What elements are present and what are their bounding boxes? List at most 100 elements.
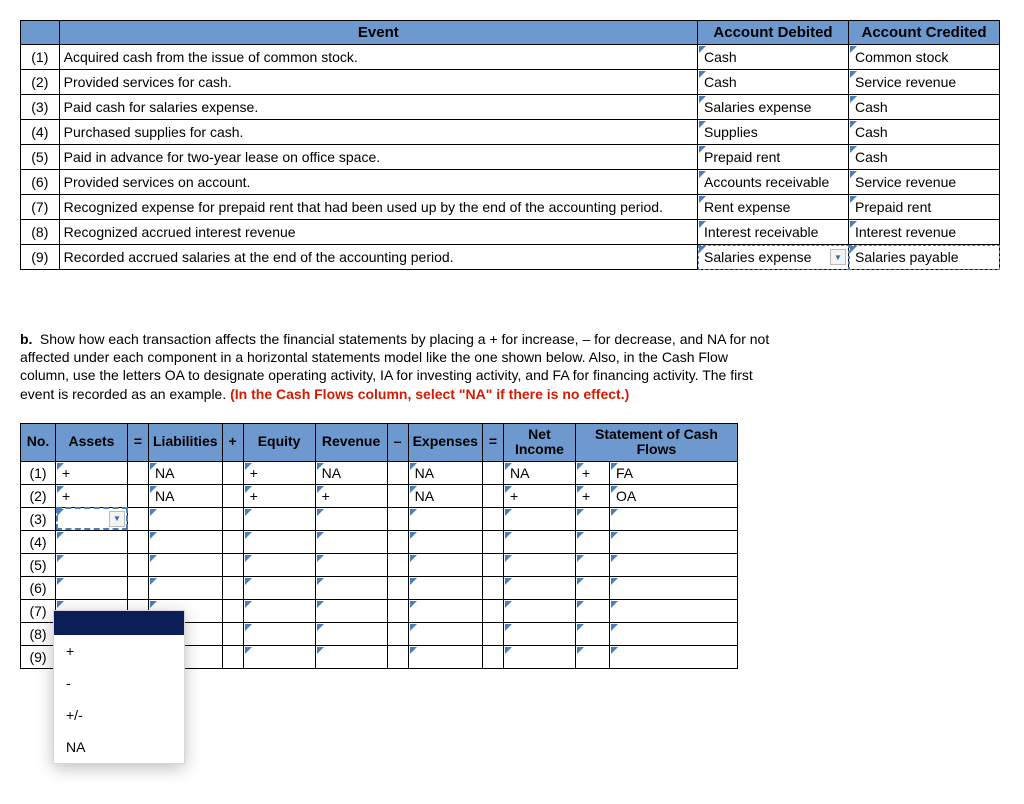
cash-sign-cell[interactable]: + bbox=[575, 461, 609, 484]
revenue-cell[interactable]: + bbox=[315, 484, 387, 507]
equity-cell[interactable] bbox=[243, 645, 315, 668]
credited-cell[interactable]: Prepaid rent bbox=[849, 195, 1000, 220]
table-row: (7)Recognized expense for prepaid rent t… bbox=[21, 195, 1000, 220]
net-cell[interactable] bbox=[503, 645, 575, 668]
credited-cell[interactable]: Common stock bbox=[849, 45, 1000, 70]
cash-type-cell[interactable]: FA bbox=[609, 461, 737, 484]
net-cell[interactable]: NA bbox=[503, 461, 575, 484]
assets-cell[interactable]: ▼ bbox=[56, 507, 128, 530]
debited-cell[interactable]: Cash bbox=[698, 45, 849, 70]
revenue-cell[interactable] bbox=[315, 622, 387, 645]
expenses-cell[interactable] bbox=[408, 576, 482, 599]
equity-cell[interactable] bbox=[243, 507, 315, 530]
net-cell[interactable] bbox=[503, 576, 575, 599]
debited-cell[interactable]: Prepaid rent bbox=[698, 145, 849, 170]
debited-cell[interactable]: Cash bbox=[698, 70, 849, 95]
credited-cell[interactable]: Cash bbox=[849, 120, 1000, 145]
assets-cell[interactable] bbox=[56, 576, 128, 599]
cash-sign-cell[interactable] bbox=[575, 576, 609, 599]
cash-sign-cell[interactable]: + bbox=[575, 484, 609, 507]
cash-type-cell[interactable] bbox=[609, 507, 737, 530]
cash-type-cell[interactable] bbox=[609, 622, 737, 645]
credited-cell[interactable]: Salaries payable bbox=[849, 245, 1000, 270]
cash-type-cell[interactable]: OA bbox=[609, 484, 737, 507]
revenue-cell[interactable] bbox=[315, 645, 387, 668]
debited-cell[interactable]: Accounts receivable bbox=[698, 170, 849, 195]
equity-cell[interactable] bbox=[243, 553, 315, 576]
row-num: (5) bbox=[21, 553, 56, 576]
debited-cell[interactable]: Rent expense bbox=[698, 195, 849, 220]
col-event: Event bbox=[59, 21, 697, 45]
net-cell[interactable]: + bbox=[503, 484, 575, 507]
cash-type-cell[interactable] bbox=[609, 553, 737, 576]
credited-cell[interactable]: Cash bbox=[849, 95, 1000, 120]
equity-cell[interactable] bbox=[243, 599, 315, 622]
expenses-cell[interactable] bbox=[408, 553, 482, 576]
liab-cell[interactable]: NA bbox=[149, 461, 223, 484]
equity-cell[interactable]: + bbox=[243, 461, 315, 484]
dropdown-popup[interactable]: + - +/- NA bbox=[53, 610, 185, 764]
cash-sign-cell[interactable] bbox=[575, 599, 609, 622]
expenses-cell[interactable]: NA bbox=[408, 461, 482, 484]
credited-cell[interactable]: Interest revenue bbox=[849, 220, 1000, 245]
net-cell[interactable] bbox=[503, 599, 575, 622]
revenue-cell[interactable] bbox=[315, 507, 387, 530]
cash-sign-cell[interactable] bbox=[575, 507, 609, 530]
cash-type-cell[interactable] bbox=[609, 599, 737, 622]
revenue-cell[interactable] bbox=[315, 553, 387, 576]
expenses-cell[interactable]: NA bbox=[408, 484, 482, 507]
chevron-down-icon[interactable]: ▼ bbox=[109, 511, 125, 527]
net-cell[interactable] bbox=[503, 507, 575, 530]
net-cell[interactable] bbox=[503, 530, 575, 553]
cash-type-cell[interactable] bbox=[609, 645, 737, 668]
dropdown-option-na[interactable]: NA bbox=[54, 731, 184, 763]
revenue-cell[interactable] bbox=[315, 576, 387, 599]
assets-cell[interactable]: + bbox=[56, 484, 128, 507]
liab-cell[interactable] bbox=[149, 576, 223, 599]
h-cash: Statement of Cash Flows bbox=[575, 423, 737, 461]
expenses-cell[interactable] bbox=[408, 645, 482, 668]
chevron-down-icon[interactable]: ▼ bbox=[830, 249, 846, 265]
equity-cell[interactable]: + bbox=[243, 484, 315, 507]
revenue-cell[interactable] bbox=[315, 599, 387, 622]
dropdown-option-blank[interactable] bbox=[54, 611, 184, 635]
credited-cell[interactable]: Cash bbox=[849, 145, 1000, 170]
expenses-cell[interactable] bbox=[408, 599, 482, 622]
liab-cell[interactable] bbox=[149, 553, 223, 576]
cash-sign-cell[interactable] bbox=[575, 530, 609, 553]
credited-cell[interactable]: Service revenue bbox=[849, 70, 1000, 95]
expenses-cell[interactable] bbox=[408, 530, 482, 553]
equity-cell[interactable] bbox=[243, 576, 315, 599]
assets-cell[interactable] bbox=[56, 530, 128, 553]
cash-sign-cell[interactable] bbox=[575, 622, 609, 645]
assets-cell[interactable]: + bbox=[56, 461, 128, 484]
equity-cell[interactable] bbox=[243, 530, 315, 553]
cash-sign-cell[interactable] bbox=[575, 645, 609, 668]
op-eq bbox=[128, 530, 149, 553]
op-plus bbox=[222, 484, 243, 507]
credited-cell[interactable]: Service revenue bbox=[849, 170, 1000, 195]
op-eq2 bbox=[482, 553, 503, 576]
dropdown-option-plus[interactable]: + bbox=[54, 635, 184, 667]
assets-cell[interactable] bbox=[56, 553, 128, 576]
debited-cell[interactable]: Supplies bbox=[698, 120, 849, 145]
liab-cell[interactable] bbox=[149, 507, 223, 530]
liab-cell[interactable] bbox=[149, 530, 223, 553]
revenue-cell[interactable]: NA bbox=[315, 461, 387, 484]
debited-cell[interactable]: Interest receivable bbox=[698, 220, 849, 245]
equity-cell[interactable] bbox=[243, 622, 315, 645]
op-eq2 bbox=[482, 484, 503, 507]
expenses-cell[interactable] bbox=[408, 507, 482, 530]
cash-type-cell[interactable] bbox=[609, 530, 737, 553]
expenses-cell[interactable] bbox=[408, 622, 482, 645]
debited-cell[interactable]: Salaries expense bbox=[698, 95, 849, 120]
revenue-cell[interactable] bbox=[315, 530, 387, 553]
cash-sign-cell[interactable] bbox=[575, 553, 609, 576]
dropdown-option-plusminus[interactable]: +/- bbox=[54, 699, 184, 731]
net-cell[interactable] bbox=[503, 553, 575, 576]
net-cell[interactable] bbox=[503, 622, 575, 645]
debited-cell[interactable]: Salaries expense▼ bbox=[698, 245, 849, 270]
dropdown-option-minus[interactable]: - bbox=[54, 667, 184, 699]
cash-type-cell[interactable] bbox=[609, 576, 737, 599]
liab-cell[interactable]: NA bbox=[149, 484, 223, 507]
